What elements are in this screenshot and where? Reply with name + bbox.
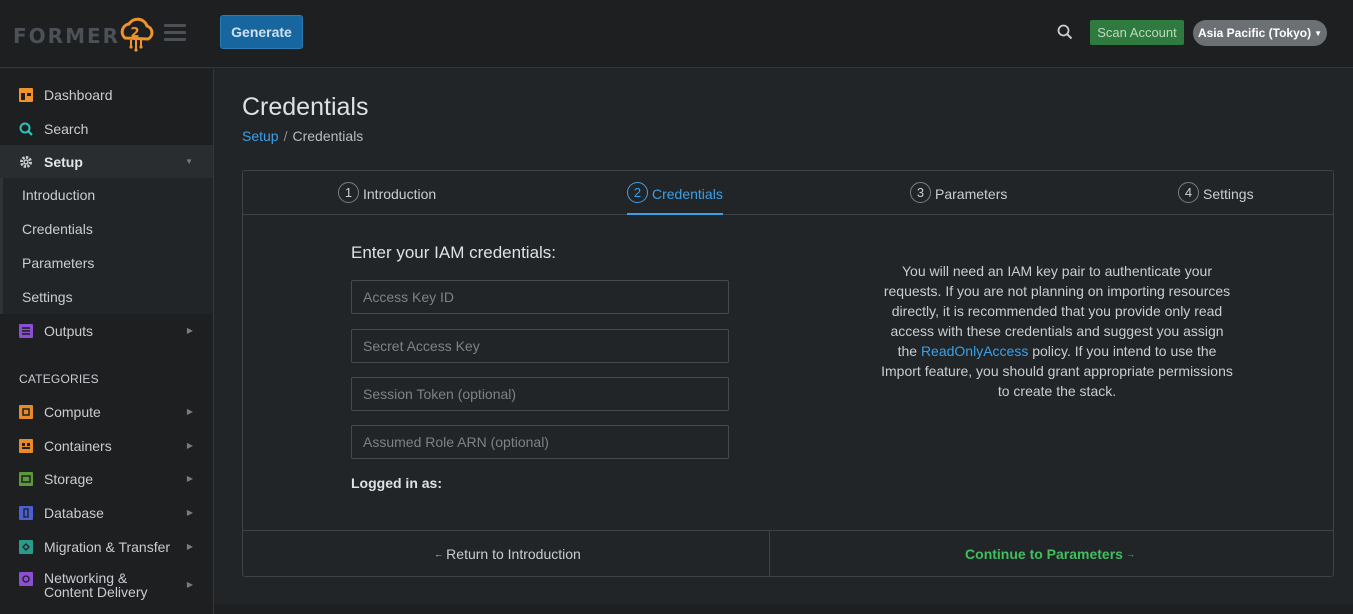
search-icon[interactable] xyxy=(1057,24,1073,40)
access-key-input[interactable] xyxy=(351,280,729,314)
sidebar-item-credentials[interactable]: Credentials xyxy=(0,212,213,246)
role-arn-input[interactable] xyxy=(351,425,729,459)
sidebar-item-label: Search xyxy=(44,120,89,137)
tab-label: Credentials xyxy=(652,186,723,202)
sidebar-item-label: Setup xyxy=(44,153,83,170)
wizard-card: 1 Introduction 2 Credentials 3 Parameter… xyxy=(242,170,1334,577)
sidebar-item-migration[interactable]: Migration & Transfer ▶ xyxy=(0,530,213,563)
tab-label: Parameters xyxy=(935,186,1008,202)
tab-settings[interactable]: 4 Settings xyxy=(1178,182,1254,215)
logo[interactable]: FORMER 2 xyxy=(13,17,156,54)
compute-icon xyxy=(19,404,33,419)
categories-header: CATEGORIES xyxy=(19,372,99,386)
sidebar-item-networking[interactable]: Networking & Content Delivery ▶ xyxy=(0,564,213,606)
chevron-right-icon: ▶ xyxy=(186,580,193,589)
chevron-right-icon: ▶ xyxy=(186,508,193,517)
tab-parameters[interactable]: 3 Parameters xyxy=(910,182,1008,215)
logged-in-label: Logged in as: xyxy=(351,475,442,491)
breadcrumb-current: Credentials xyxy=(292,128,364,144)
sidebar-item-label: Outputs xyxy=(44,322,94,339)
wizard-tabs: 1 Introduction 2 Credentials 3 Parameter… xyxy=(243,171,1333,215)
sidebar-item-database[interactable]: Database ▶ xyxy=(0,496,213,529)
step-number: 2 xyxy=(627,182,648,203)
sidebar-item-label: Storage xyxy=(44,470,94,487)
return-to-introduction-button[interactable]: ← Return to Introduction xyxy=(243,531,770,577)
tab-credentials[interactable]: 2 Credentials xyxy=(627,182,723,215)
logo-text: FORMER xyxy=(13,24,121,48)
tab-label: Settings xyxy=(1203,186,1254,202)
networking-icon xyxy=(19,572,33,586)
form-title: Enter your IAM credentials: xyxy=(351,243,557,262)
bottom-strip xyxy=(214,604,1353,614)
storage-icon xyxy=(19,471,33,486)
sidebar-item-label: Database xyxy=(44,504,104,521)
sidebar-item-containers[interactable]: Containers ▶ xyxy=(0,429,213,462)
generate-button[interactable]: Generate xyxy=(220,15,303,49)
chevron-down-icon: ▼ xyxy=(1314,28,1323,38)
breadcrumb-setup-link[interactable]: Setup xyxy=(242,128,279,144)
menu-toggle-icon[interactable] xyxy=(164,24,186,42)
database-icon xyxy=(19,505,33,520)
back-label: Return to Introduction xyxy=(446,546,581,562)
sidebar-item-setup[interactable]: Setup ▼ xyxy=(0,145,213,178)
sidebar-item-compute[interactable]: Compute ▶ xyxy=(0,395,213,428)
sidebar: Dashboard Search Setup ▼ Introduction Cr… xyxy=(0,69,214,614)
search-icon xyxy=(19,122,33,136)
sidebar-item-label: Compute xyxy=(44,403,101,420)
tab-label: Introduction xyxy=(363,186,437,202)
sidebar-item-label: Migration & Transfer xyxy=(44,538,171,555)
info-text: You will need an IAM key pair to authent… xyxy=(879,261,1235,401)
session-token-input[interactable] xyxy=(351,377,729,411)
chevron-right-icon: ▶ xyxy=(186,474,193,483)
continue-to-parameters-button[interactable]: Continue to Parameters → xyxy=(770,531,1333,577)
sidebar-item-label: Containers xyxy=(44,437,112,454)
arrow-right-icon: → xyxy=(1125,549,1135,559)
sidebar-item-search[interactable]: Search xyxy=(0,112,213,145)
secret-key-input[interactable] xyxy=(351,329,729,363)
logo-cloud-icon: 2 xyxy=(120,17,154,52)
sidebar-item-label: Networking & Content Delivery xyxy=(44,570,148,600)
logo-mark: 2 xyxy=(131,26,140,41)
containers-icon xyxy=(19,438,33,453)
tab-introduction[interactable]: 1 Introduction xyxy=(338,182,437,215)
sidebar-item-outputs[interactable]: Outputs ▶ xyxy=(0,314,213,347)
chevron-right-icon: ▶ xyxy=(186,326,193,335)
step-number: 4 xyxy=(1178,182,1199,203)
sidebar-item-dashboard[interactable]: Dashboard xyxy=(0,78,213,111)
arrow-left-icon: ← xyxy=(434,549,444,559)
sidebar-item-parameters[interactable]: Parameters xyxy=(0,246,213,280)
next-label: Continue to Parameters xyxy=(965,546,1123,562)
chevron-right-icon: ▶ xyxy=(186,407,193,416)
chevron-down-icon: ▼ xyxy=(185,157,193,166)
region-label: Asia Pacific (Tokyo) xyxy=(1197,26,1312,40)
readonlyaccess-link[interactable]: ReadOnlyAccess xyxy=(921,343,1028,359)
step-number: 1 xyxy=(338,182,359,203)
sidebar-item-storage[interactable]: Storage ▶ xyxy=(0,462,213,495)
dashboard-icon xyxy=(19,87,33,102)
sidebar-item-label: Dashboard xyxy=(44,86,113,103)
sidebar-item-settings[interactable]: Settings xyxy=(0,280,213,314)
step-number: 3 xyxy=(910,182,931,203)
sidebar-item-introduction[interactable]: Introduction xyxy=(0,178,213,212)
migration-icon xyxy=(19,539,33,554)
breadcrumb: Setup / Credentials xyxy=(242,128,363,144)
gear-icon xyxy=(20,155,32,168)
chevron-right-icon: ▶ xyxy=(186,542,193,551)
top-bar: FORMER 2 Generate Scan Account Asia Paci… xyxy=(0,0,1353,68)
scan-account-button[interactable]: Scan Account xyxy=(1090,20,1184,45)
chevron-right-icon: ▶ xyxy=(186,441,193,450)
outputs-icon xyxy=(19,323,33,338)
breadcrumb-separator: / xyxy=(283,128,288,144)
page-title: Credentials xyxy=(242,93,369,121)
region-selector[interactable]: Asia Pacific (Tokyo) ▼ xyxy=(1193,20,1327,46)
wizard-footer: ← Return to Introduction Continue to Par… xyxy=(243,530,1333,577)
